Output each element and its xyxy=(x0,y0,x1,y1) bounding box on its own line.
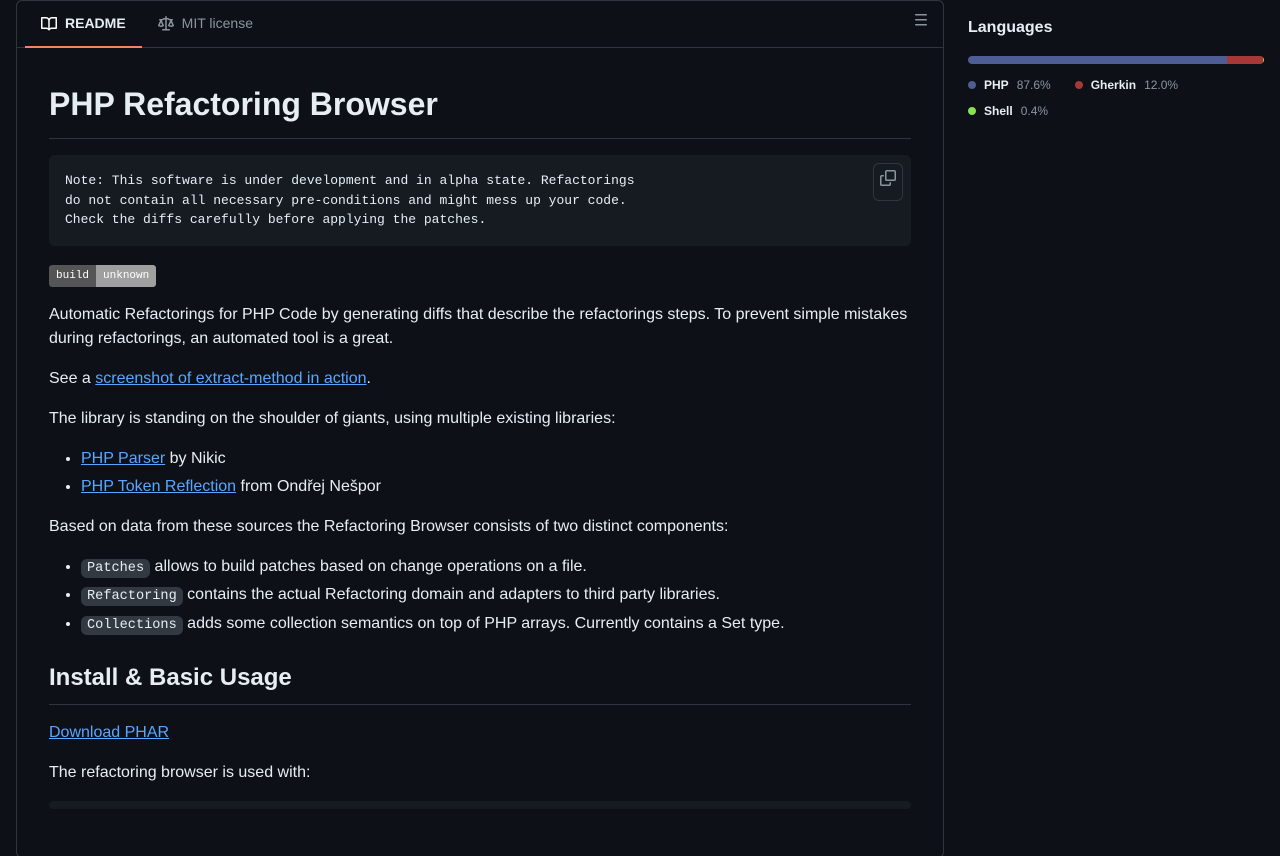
badge-label: build xyxy=(49,265,96,288)
note-block: Note: This software is under development… xyxy=(49,155,911,246)
install-heading: Install & Basic Usage xyxy=(49,660,911,705)
copy-icon xyxy=(880,170,896,186)
badge-value: unknown xyxy=(96,265,156,288)
code-term: Collections xyxy=(81,616,183,635)
languages-list: PHP 87.6% Gherkin 12.0% Shell 0.4% xyxy=(968,76,1264,120)
language-item-shell[interactable]: Shell 0.4% xyxy=(968,102,1048,120)
list-item: Collections adds some collection semanti… xyxy=(81,612,911,636)
screenshot-paragraph: See a screenshot of extract-method in ac… xyxy=(49,367,911,391)
lang-segment-gherkin[interactable] xyxy=(1227,56,1263,64)
readme-body: PHP Refactoring Browser Note: This softw… xyxy=(17,48,943,856)
copy-button[interactable] xyxy=(873,163,903,201)
lang-dot-icon xyxy=(968,107,976,115)
tab-license-label: MIT license xyxy=(182,13,253,34)
tab-license[interactable]: MIT license xyxy=(142,1,269,48)
languages-bar xyxy=(968,56,1264,64)
code-term: Refactoring xyxy=(81,587,183,606)
list-item: PHP Token Reflection from Ondřej Nešpor xyxy=(81,475,911,499)
intro-paragraph: Automatic Refactorings for PHP Code by g… xyxy=(49,303,911,351)
download-link[interactable]: Download PHAR xyxy=(49,724,169,741)
code-term: Patches xyxy=(81,559,150,578)
screenshot-link[interactable]: screenshot of extract-method in action xyxy=(95,370,366,387)
file-tabs: README MIT license xyxy=(17,1,943,48)
note-text: Note: This software is under development… xyxy=(65,171,895,230)
lang-segment-php[interactable] xyxy=(968,56,1227,64)
download-paragraph: Download PHAR xyxy=(49,721,911,745)
list-icon xyxy=(913,12,929,28)
tab-readme-label: README xyxy=(65,13,126,34)
list-item: Patches allows to build patches based on… xyxy=(81,555,911,579)
law-icon xyxy=(158,16,174,32)
language-item-php[interactable]: PHP 87.6% xyxy=(968,76,1051,94)
page-title: PHP Refactoring Browser xyxy=(49,80,911,139)
languages-heading: Languages xyxy=(968,16,1264,40)
libraries-list: PHP Parser by Nikic PHP Token Reflection… xyxy=(49,447,911,499)
book-icon xyxy=(41,16,57,32)
giants-paragraph: The library is standing on the shoulder … xyxy=(49,407,911,431)
lib-link[interactable]: PHP Token Reflection xyxy=(81,478,236,495)
tab-readme[interactable]: README xyxy=(25,1,142,48)
lang-dot-icon xyxy=(968,81,976,89)
outline-button[interactable] xyxy=(907,6,935,42)
lang-segment-shell[interactable] xyxy=(1263,56,1264,64)
list-item: Refactoring contains the actual Refactor… xyxy=(81,583,911,607)
list-item: PHP Parser by Nikic xyxy=(81,447,911,471)
components-list: Patches allows to build patches based on… xyxy=(49,555,911,636)
sidebar: Languages PHP 87.6% Gherkin 12.0% Shell … xyxy=(968,0,1264,800)
build-badge[interactable]: build unknown xyxy=(49,265,156,288)
usage-code-block xyxy=(49,801,911,809)
readme-container: README MIT license PHP Refactoring Brows… xyxy=(16,0,944,856)
usage-paragraph: The refactoring browser is used with: xyxy=(49,761,911,785)
language-item-gherkin[interactable]: Gherkin 12.0% xyxy=(1075,76,1178,94)
lib-link[interactable]: PHP Parser xyxy=(81,450,165,467)
components-paragraph: Based on data from these sources the Ref… xyxy=(49,515,911,539)
lang-dot-icon xyxy=(1075,81,1083,89)
